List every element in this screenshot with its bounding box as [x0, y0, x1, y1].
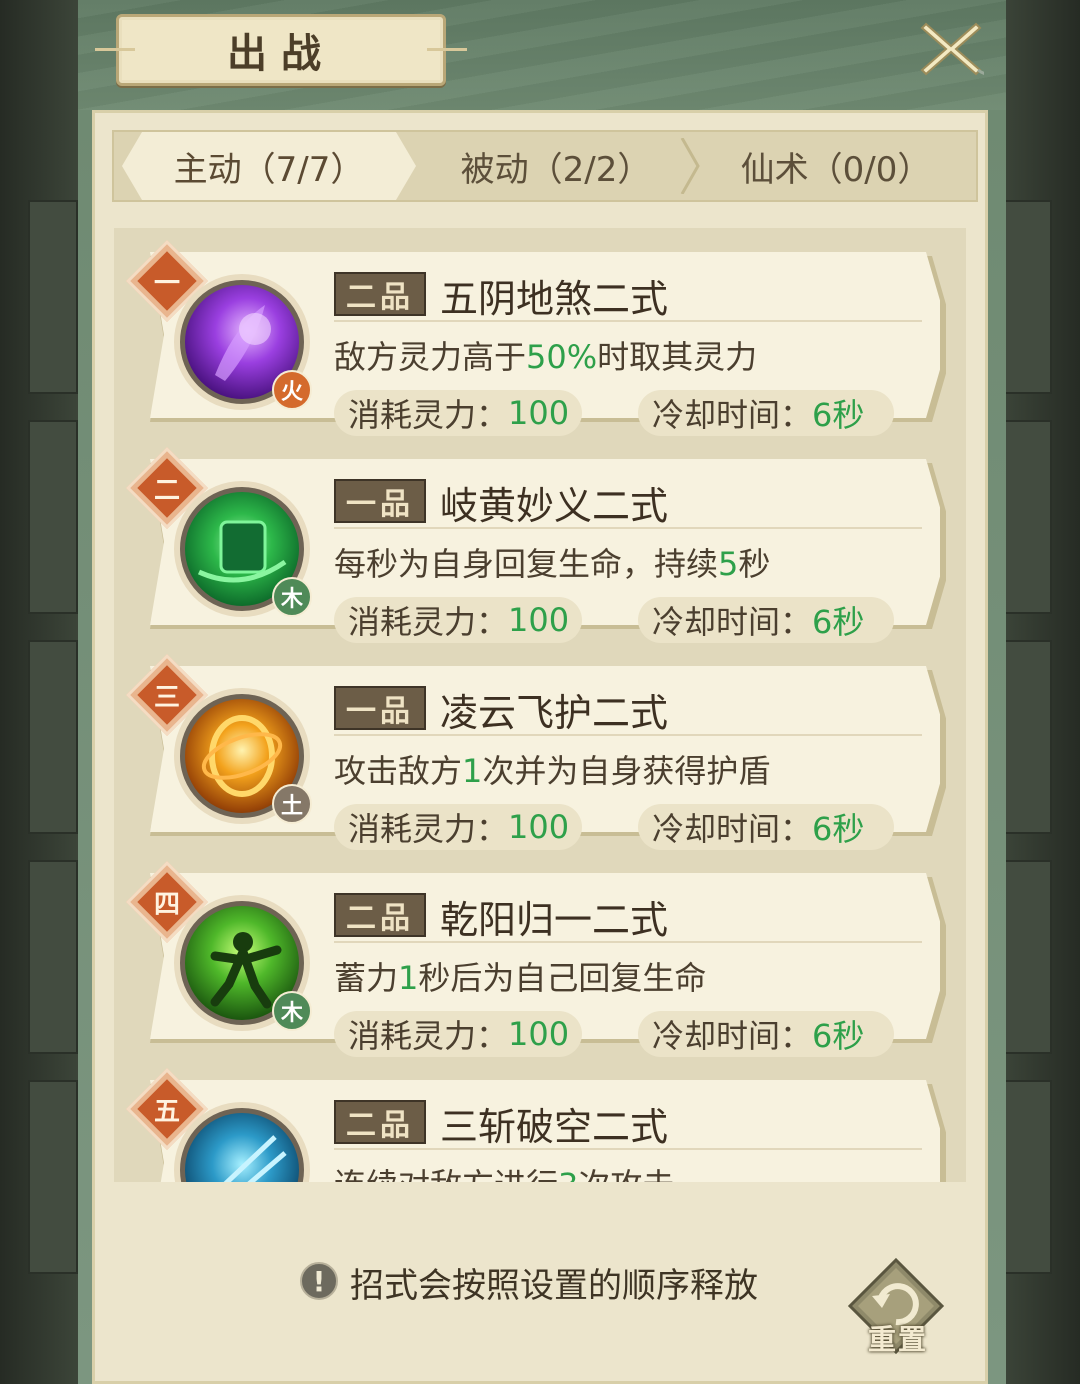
tab-label: 仙术（0/0） [740, 149, 932, 190]
skill-description: 蓄力1秒后为自己回复生命 [334, 953, 706, 999]
hint-text: 招式会按照设置的顺序释放 [350, 1266, 758, 1306]
skill-description: 每秒为自身回复生命，持续5秒 [334, 539, 770, 585]
cooldown-label: 冷却时间： [652, 396, 813, 434]
desc-text: 次攻击 [578, 1166, 674, 1182]
title-plaque: 出战 [95, 14, 467, 86]
skill-list[interactable]: 一 火 二品 五阴地煞二式 敌方灵力高于50%时取其灵力 消耗灵力： 100 冷却… [114, 228, 966, 1182]
desc-text: 敌方灵力高于 [334, 338, 527, 376]
tab-active-skills[interactable]: 主动（7/7） [122, 132, 416, 200]
tab-bar: 主动（7/7） 被动（2/2） 仙术（0/0） [112, 130, 978, 202]
desc-text: 攻击敌方 [334, 752, 463, 790]
tab-immortal-arts[interactable]: 仙术（0/0） [698, 132, 974, 200]
cost-value: 100 [508, 1015, 570, 1053]
tab-passive-skills[interactable]: 被动（2/2） [416, 132, 696, 200]
cost-stat: 消耗灵力： 100 [334, 1011, 582, 1057]
divider [334, 1148, 922, 1150]
desc-text: 时取其灵力 [597, 338, 758, 376]
divider [334, 527, 922, 529]
skill-name: 五阴地煞二式 [440, 277, 669, 321]
grade-badge: 二品 [334, 893, 426, 937]
desc-number: 1 [398, 959, 419, 997]
desc-text: 次并为自身获得护盾 [482, 752, 771, 790]
skill-card[interactable]: 五 二品 三斩破空二式 连续对敌方进行3次攻击 [125, 1060, 950, 1182]
cooldown-label: 冷却时间： [652, 810, 813, 848]
reset-label: 重置 [867, 1323, 928, 1356]
background-tile [28, 860, 78, 1054]
cooldown-stat: 冷却时间： 6秒 [638, 597, 894, 643]
page-title: 出战 [227, 30, 335, 77]
cost-value: 100 [508, 394, 570, 432]
background-tile [28, 1080, 78, 1274]
background-tile [1002, 1080, 1052, 1274]
skill-name: 凌云飞护二式 [440, 691, 669, 735]
skill-description: 连续对敌方进行3次攻击 [334, 1160, 674, 1182]
skill-description: 攻击敌方1次并为自身获得护盾 [334, 746, 770, 792]
cooldown-stat: 冷却时间： 6秒 [638, 1011, 894, 1057]
divider [334, 734, 922, 736]
cost-stat: 消耗灵力： 100 [334, 597, 582, 643]
skill-card[interactable]: 一 火 二品 五阴地煞二式 敌方灵力高于50%时取其灵力 消耗灵力： 100 冷却… [125, 232, 950, 436]
desc-text: 蓄力 [334, 959, 399, 997]
desc-number: 5 [718, 545, 739, 583]
skill-card[interactable]: 四 木 二品 乾阳归一二式 蓄力1秒后为自己回复生命 消耗灵力： 100 冷却时间… [125, 853, 950, 1057]
element-earth-badge: 土 [272, 784, 312, 824]
tab-label: 被动（2/2） [460, 149, 652, 190]
skill-name: 三斩破空二式 [440, 1105, 669, 1149]
background-tile [1002, 860, 1052, 1054]
desc-number: 1 [462, 752, 483, 790]
close-button[interactable] [918, 18, 1013, 80]
background-tile [28, 200, 78, 394]
grade-badge: 一品 [334, 686, 426, 730]
skill-name: 岐黄妙义二式 [440, 484, 669, 528]
skill-card[interactable]: 二 木 一品 岐黄妙义二式 每秒为自身回复生命，持续5秒 消耗灵力： 100 冷却… [125, 439, 950, 643]
close-icon [920, 22, 1013, 78]
grade-badge: 二品 [334, 272, 426, 316]
element-fire-badge: 火 [272, 370, 312, 410]
element-wood-badge: 木 [272, 991, 312, 1031]
cooldown-value: 6秒 [812, 810, 865, 848]
cost-stat: 消耗灵力： 100 [334, 804, 582, 850]
cost-label: 消耗灵力： [348, 1017, 509, 1055]
cost-label: 消耗灵力： [348, 810, 509, 848]
cost-label: 消耗灵力： [348, 603, 509, 641]
tab-label: 主动（7/7） [173, 149, 365, 190]
cost-label: 消耗灵力： [348, 396, 509, 434]
cooldown-value: 6秒 [812, 396, 865, 434]
grade-badge: 二品 [334, 1100, 426, 1144]
background-tile [28, 640, 78, 834]
skill-name: 乾阳归一二式 [440, 898, 669, 942]
cooldown-value: 6秒 [812, 1017, 865, 1055]
cooldown-label: 冷却时间： [652, 603, 813, 641]
background-tile [1002, 640, 1052, 834]
desc-text: 每秒为自身回复生命，持续 [334, 545, 719, 583]
desc-number: 50% [526, 338, 598, 376]
cooldown-label: 冷却时间： [652, 1017, 813, 1055]
cooldown-stat: 冷却时间： 6秒 [638, 390, 894, 436]
cost-value: 100 [508, 808, 570, 846]
divider [334, 320, 922, 322]
info-icon: ! [300, 1262, 338, 1300]
cost-stat: 消耗灵力： 100 [334, 390, 582, 436]
skill-description: 敌方灵力高于50%时取其灵力 [334, 332, 757, 378]
skill-card[interactable]: 三 土 一品 凌云飞护二式 攻击敌方1次并为自身获得护盾 消耗灵力： 100 冷却… [125, 646, 950, 850]
desc-number: 3 [558, 1166, 578, 1182]
cost-value: 100 [508, 601, 570, 639]
desc-text: 连续对敌方进行 [334, 1166, 558, 1182]
desc-text: 秒后为自己回复生命 [418, 959, 707, 997]
background-tile [1002, 200, 1052, 394]
tab-separator [680, 138, 700, 194]
grade-badge: 一品 [334, 479, 426, 523]
cooldown-stat: 冷却时间： 6秒 [638, 804, 894, 850]
element-wood-badge: 木 [272, 577, 312, 617]
divider [334, 941, 922, 943]
background-tile [1002, 420, 1052, 614]
background-tile [28, 420, 78, 614]
cooldown-value: 6秒 [812, 603, 865, 641]
desc-text: 秒 [738, 545, 771, 583]
